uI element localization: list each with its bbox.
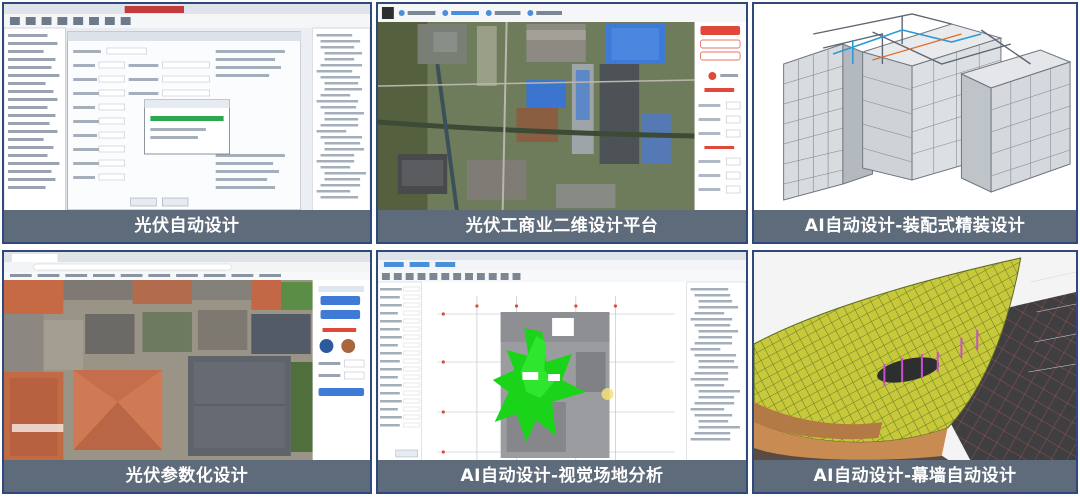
panel-pv-2d-platform: 光伏工商业二维设计平台 — [376, 2, 748, 244]
pv-parametric-screenshot — [4, 252, 370, 462]
panel-caption: AI自动设计-幕墙自动设计 — [754, 460, 1076, 492]
panel-pv-parametric: 光伏参数化设计 — [2, 250, 372, 494]
panel-caption: 光伏工商业二维设计平台 — [378, 210, 746, 242]
panel-ai-prefab-fitout: AI自动设计-装配式精装设计 — [752, 2, 1078, 244]
panel-ai-site-analysis: AI自动设计-视觉场地分析 — [376, 250, 748, 494]
panel-ai-curtain-wall: AI自动设计-幕墙自动设计 — [752, 250, 1078, 494]
panel-caption: AI自动设计-视觉场地分析 — [378, 460, 746, 492]
pv-auto-design-screenshot — [4, 4, 370, 212]
panel-caption: 光伏参数化设计 — [4, 460, 370, 492]
ai-curtain-wall-render — [754, 252, 1076, 462]
panel-caption: AI自动设计-装配式精装设计 — [754, 210, 1076, 242]
ai-site-analysis-screenshot — [378, 252, 746, 462]
ai-prefab-fitout-render — [754, 4, 1076, 212]
feature-grid: 光伏自动设计 光伏工商业二维设计平台 AI自动设计-装配式精装设计 光伏参数化设… — [0, 0, 1080, 504]
pv-2d-platform-screenshot — [378, 4, 746, 212]
panel-caption: 光伏自动设计 — [4, 210, 370, 242]
panel-pv-auto-design: 光伏自动设计 — [2, 2, 372, 244]
